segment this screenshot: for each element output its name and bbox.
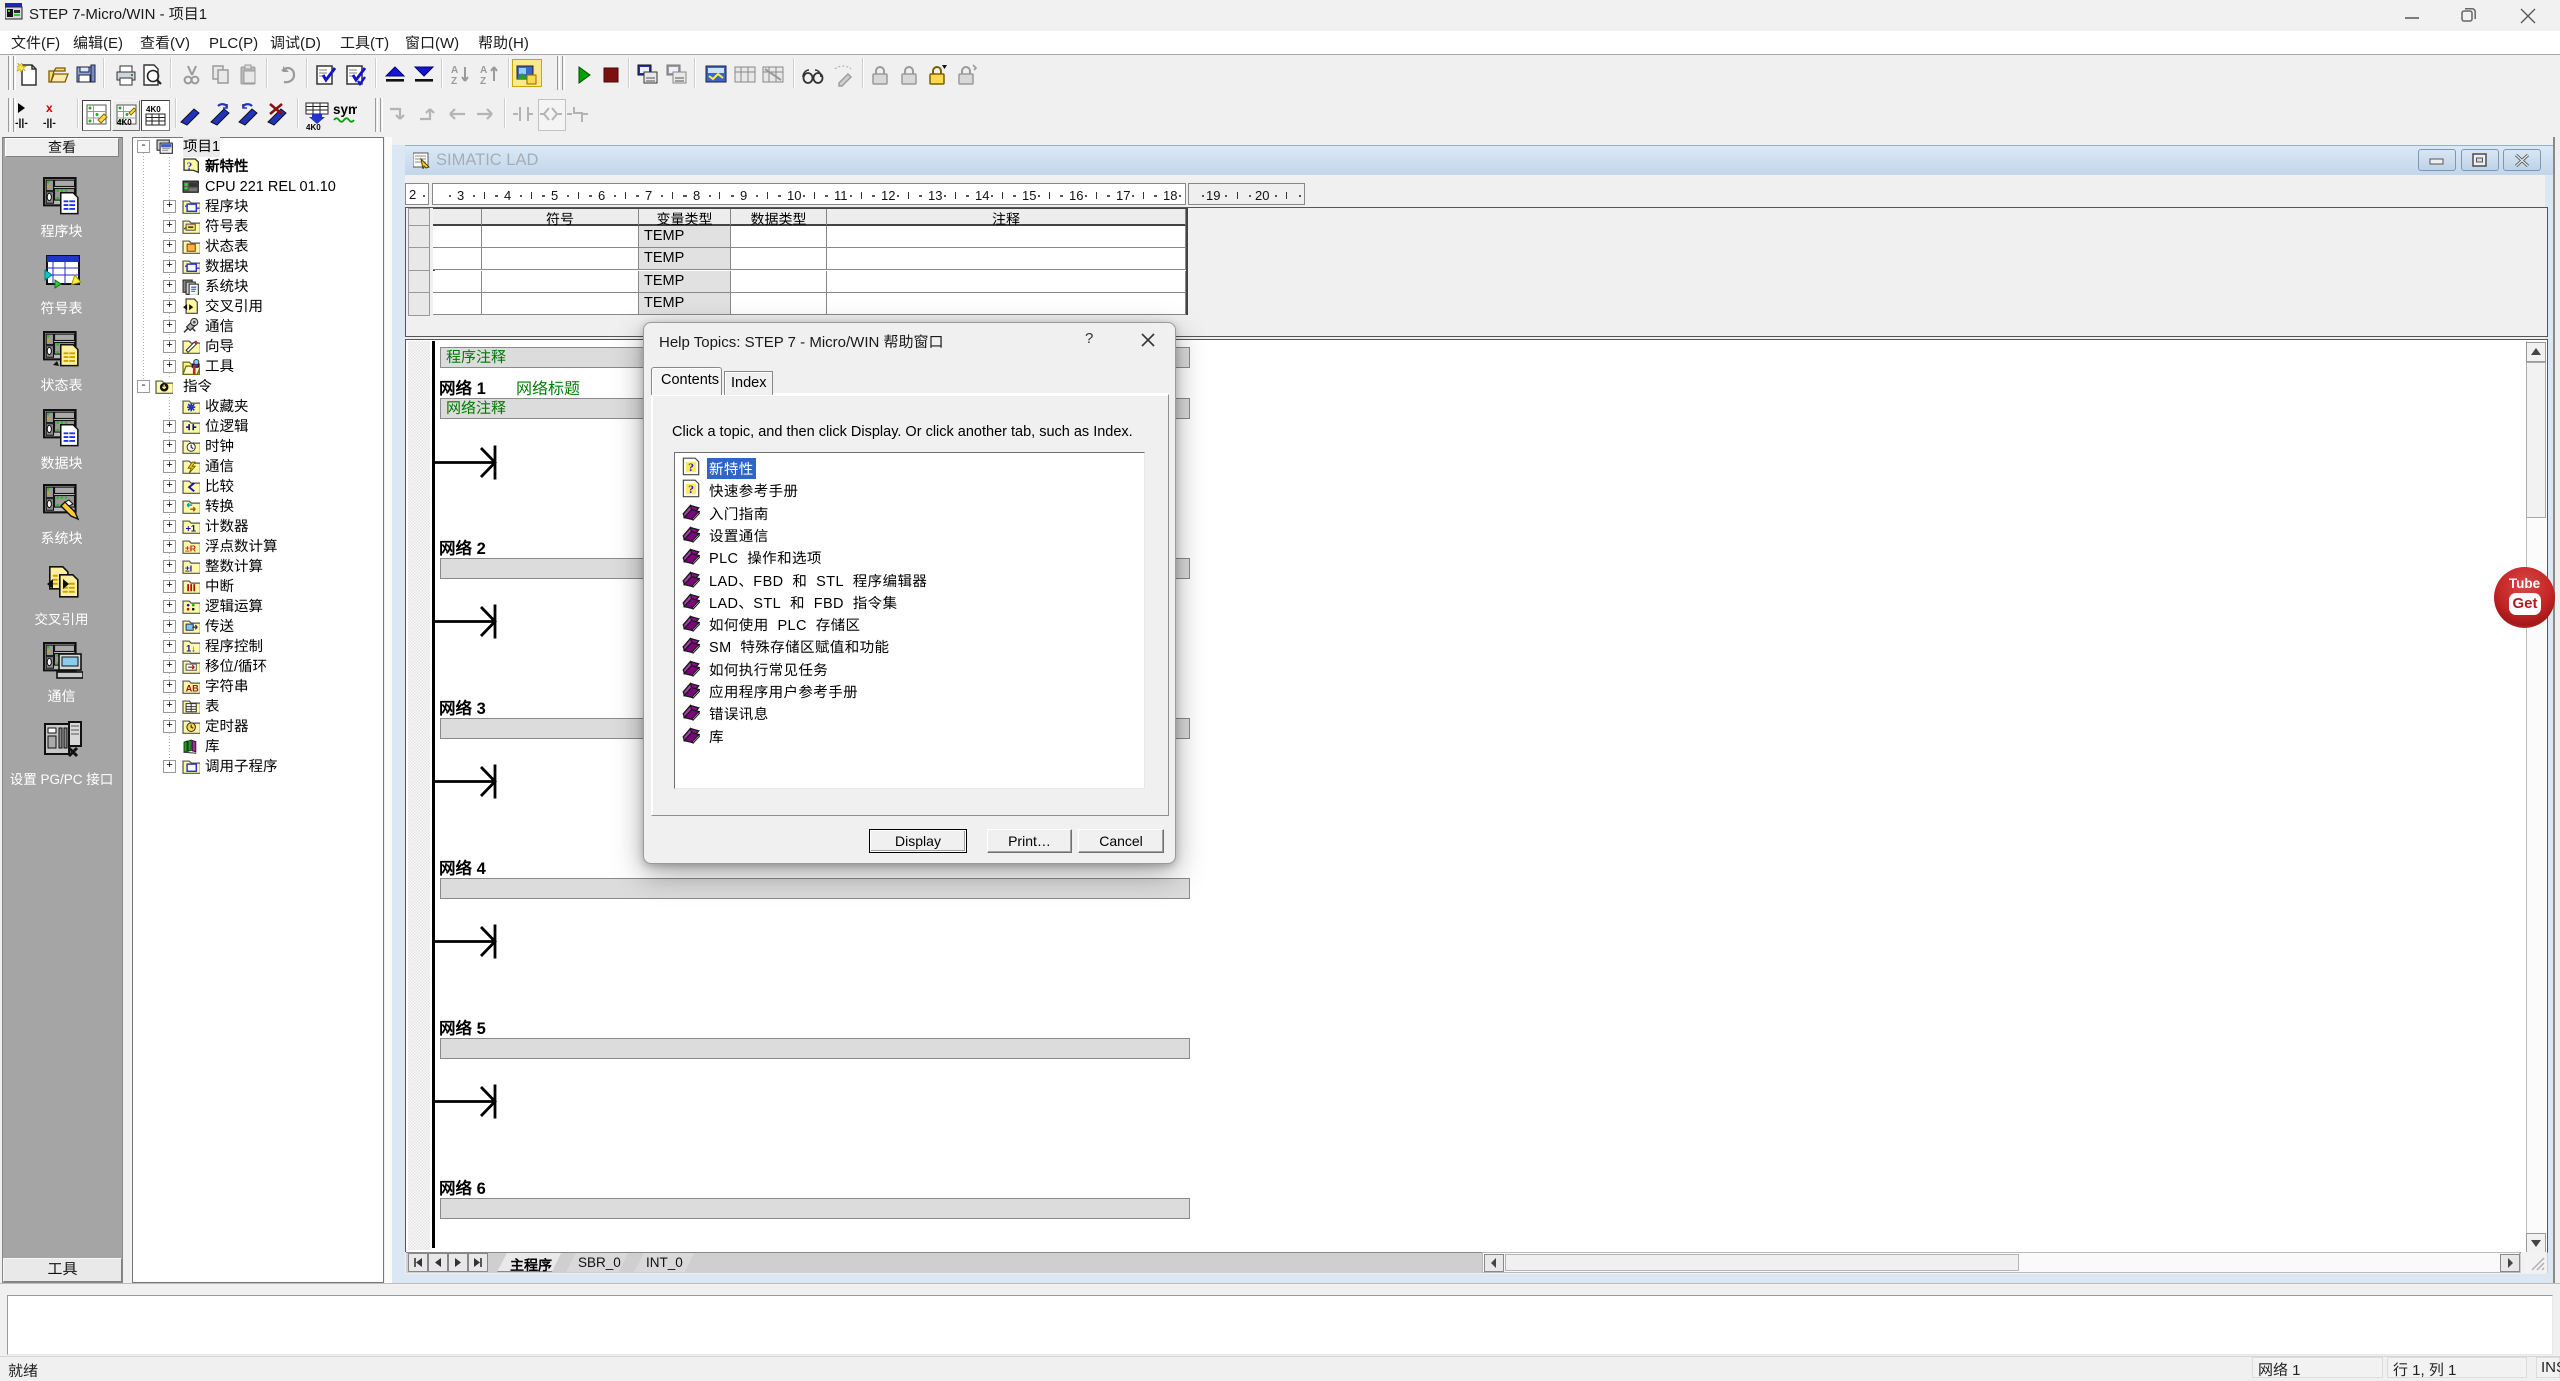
svg-text:AB: AB	[186, 683, 200, 693]
svg-text:?: ?	[187, 161, 193, 173]
svg-text:x: x	[46, 102, 53, 115]
svg-text:A: A	[451, 65, 458, 76]
svg-text:4K0: 4K0	[117, 118, 132, 127]
svg-text:4K0: 4K0	[306, 123, 321, 132]
svg-text:Z: Z	[480, 76, 486, 87]
svg-text:A: A	[480, 65, 487, 76]
svg-text:sym: sym	[333, 102, 357, 117]
svg-text:?: ?	[688, 482, 694, 496]
svg-text:-||-: -||-	[43, 117, 56, 129]
svg-text:+1: +1	[186, 523, 196, 533]
svg-text:-||-: -||-	[15, 117, 28, 129]
svg-text:±I: ±I	[185, 563, 192, 573]
svg-text:±R: ±R	[185, 543, 197, 553]
svg-text:4K0: 4K0	[146, 105, 161, 114]
svg-text:?: ?	[688, 460, 694, 474]
svg-text:1↓: 1↓	[186, 643, 196, 653]
svg-text:Z: Z	[451, 76, 457, 87]
